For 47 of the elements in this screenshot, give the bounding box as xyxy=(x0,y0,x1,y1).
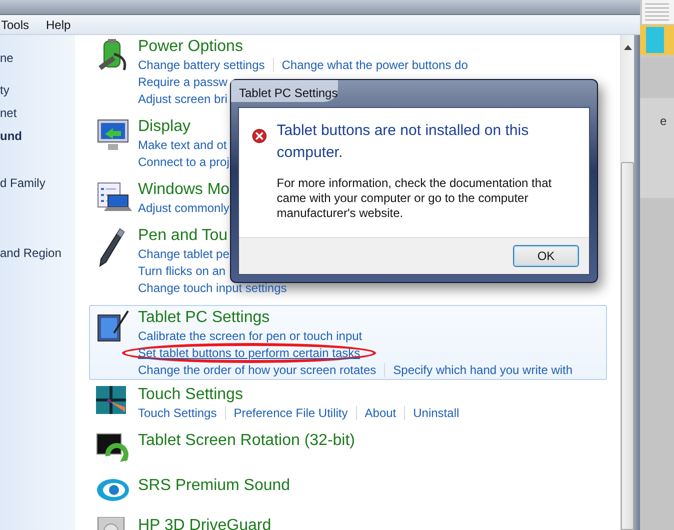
category-title[interactable]: Power Options xyxy=(138,37,243,56)
task-link[interactable]: Calibrate the screen for pen or touch input xyxy=(138,328,362,342)
category-title[interactable]: Windows Mo xyxy=(138,180,230,199)
sidebar-link[interactable]: net xyxy=(0,106,17,120)
sidebar-link[interactable]: ty xyxy=(0,83,10,97)
desktop-text: e xyxy=(660,113,667,130)
tablet-pen-icon xyxy=(96,309,130,343)
category-title[interactable]: Tablet Screen Rotation (32-bit) xyxy=(138,431,355,450)
error-message: For more information, check the documentation that came with your computer or go to the computer manufacturer's website. xyxy=(276,176,553,221)
task-link[interactable]: Set tablet buttons to perform certain tasks xyxy=(138,346,360,360)
error-heading: Tablet buttons are not installed on this computer. xyxy=(276,121,530,163)
ok-button[interactable]: OK xyxy=(513,245,579,267)
menu-item[interactable]: Tools xyxy=(1,18,32,32)
task-link[interactable]: Adjust screen bri xyxy=(138,92,228,106)
task-link[interactable]: Change the order of how your screen rotates xyxy=(138,362,376,376)
task-link[interactable]: About xyxy=(364,406,396,420)
task-link[interactable]: Specify which hand you write with xyxy=(393,362,573,376)
task-link[interactable]: Turn flicks on an xyxy=(138,264,226,278)
task-link[interactable]: Change tablet pe xyxy=(138,246,230,260)
category-title[interactable]: SRS Premium Sound xyxy=(138,476,290,495)
eye-swirl-icon xyxy=(96,477,130,503)
menu-item[interactable]: Help xyxy=(46,18,73,32)
task-link[interactable]: Uninstall xyxy=(413,406,460,420)
category-title[interactable]: Tablet PC Settings xyxy=(138,308,270,327)
task-link[interactable]: Change what the power buttons do xyxy=(282,58,468,72)
category-title[interactable]: Pen and Tou xyxy=(138,226,228,245)
task-link[interactable]: Touch Settings xyxy=(138,406,217,420)
touch-target-icon xyxy=(96,386,126,414)
scrollbar[interactable] xyxy=(620,35,634,530)
task-link[interactable]: Change touch input settings xyxy=(138,280,287,294)
task-link[interactable]: Connect to a proj xyxy=(138,154,230,168)
category-title[interactable]: HP 3D DriveGuard xyxy=(138,516,272,530)
sidebar-link[interactable]: und xyxy=(0,129,22,143)
task-link[interactable]: Make text and ot xyxy=(138,138,227,152)
task-link[interactable]: Change battery settings xyxy=(138,58,265,72)
sidebar-link[interactable]: d Family xyxy=(0,176,46,190)
sidebar-link[interactable]: ne xyxy=(0,51,14,65)
scroll-up-icon[interactable] xyxy=(624,45,632,50)
sidebar-link[interactable]: and Region xyxy=(0,246,62,260)
task-link[interactable]: Require a passw xyxy=(138,74,228,88)
dialog-title: Tablet PC Settings xyxy=(231,80,338,102)
task-link[interactable]: Adjust commonly xyxy=(138,200,230,214)
task-link[interactable]: Preference File Utility xyxy=(234,406,348,420)
category-title[interactable]: Display xyxy=(138,117,190,136)
monitor-icon xyxy=(96,118,130,152)
category-title[interactable]: Touch Settings xyxy=(138,385,243,404)
scroll-thumb[interactable] xyxy=(621,162,634,530)
